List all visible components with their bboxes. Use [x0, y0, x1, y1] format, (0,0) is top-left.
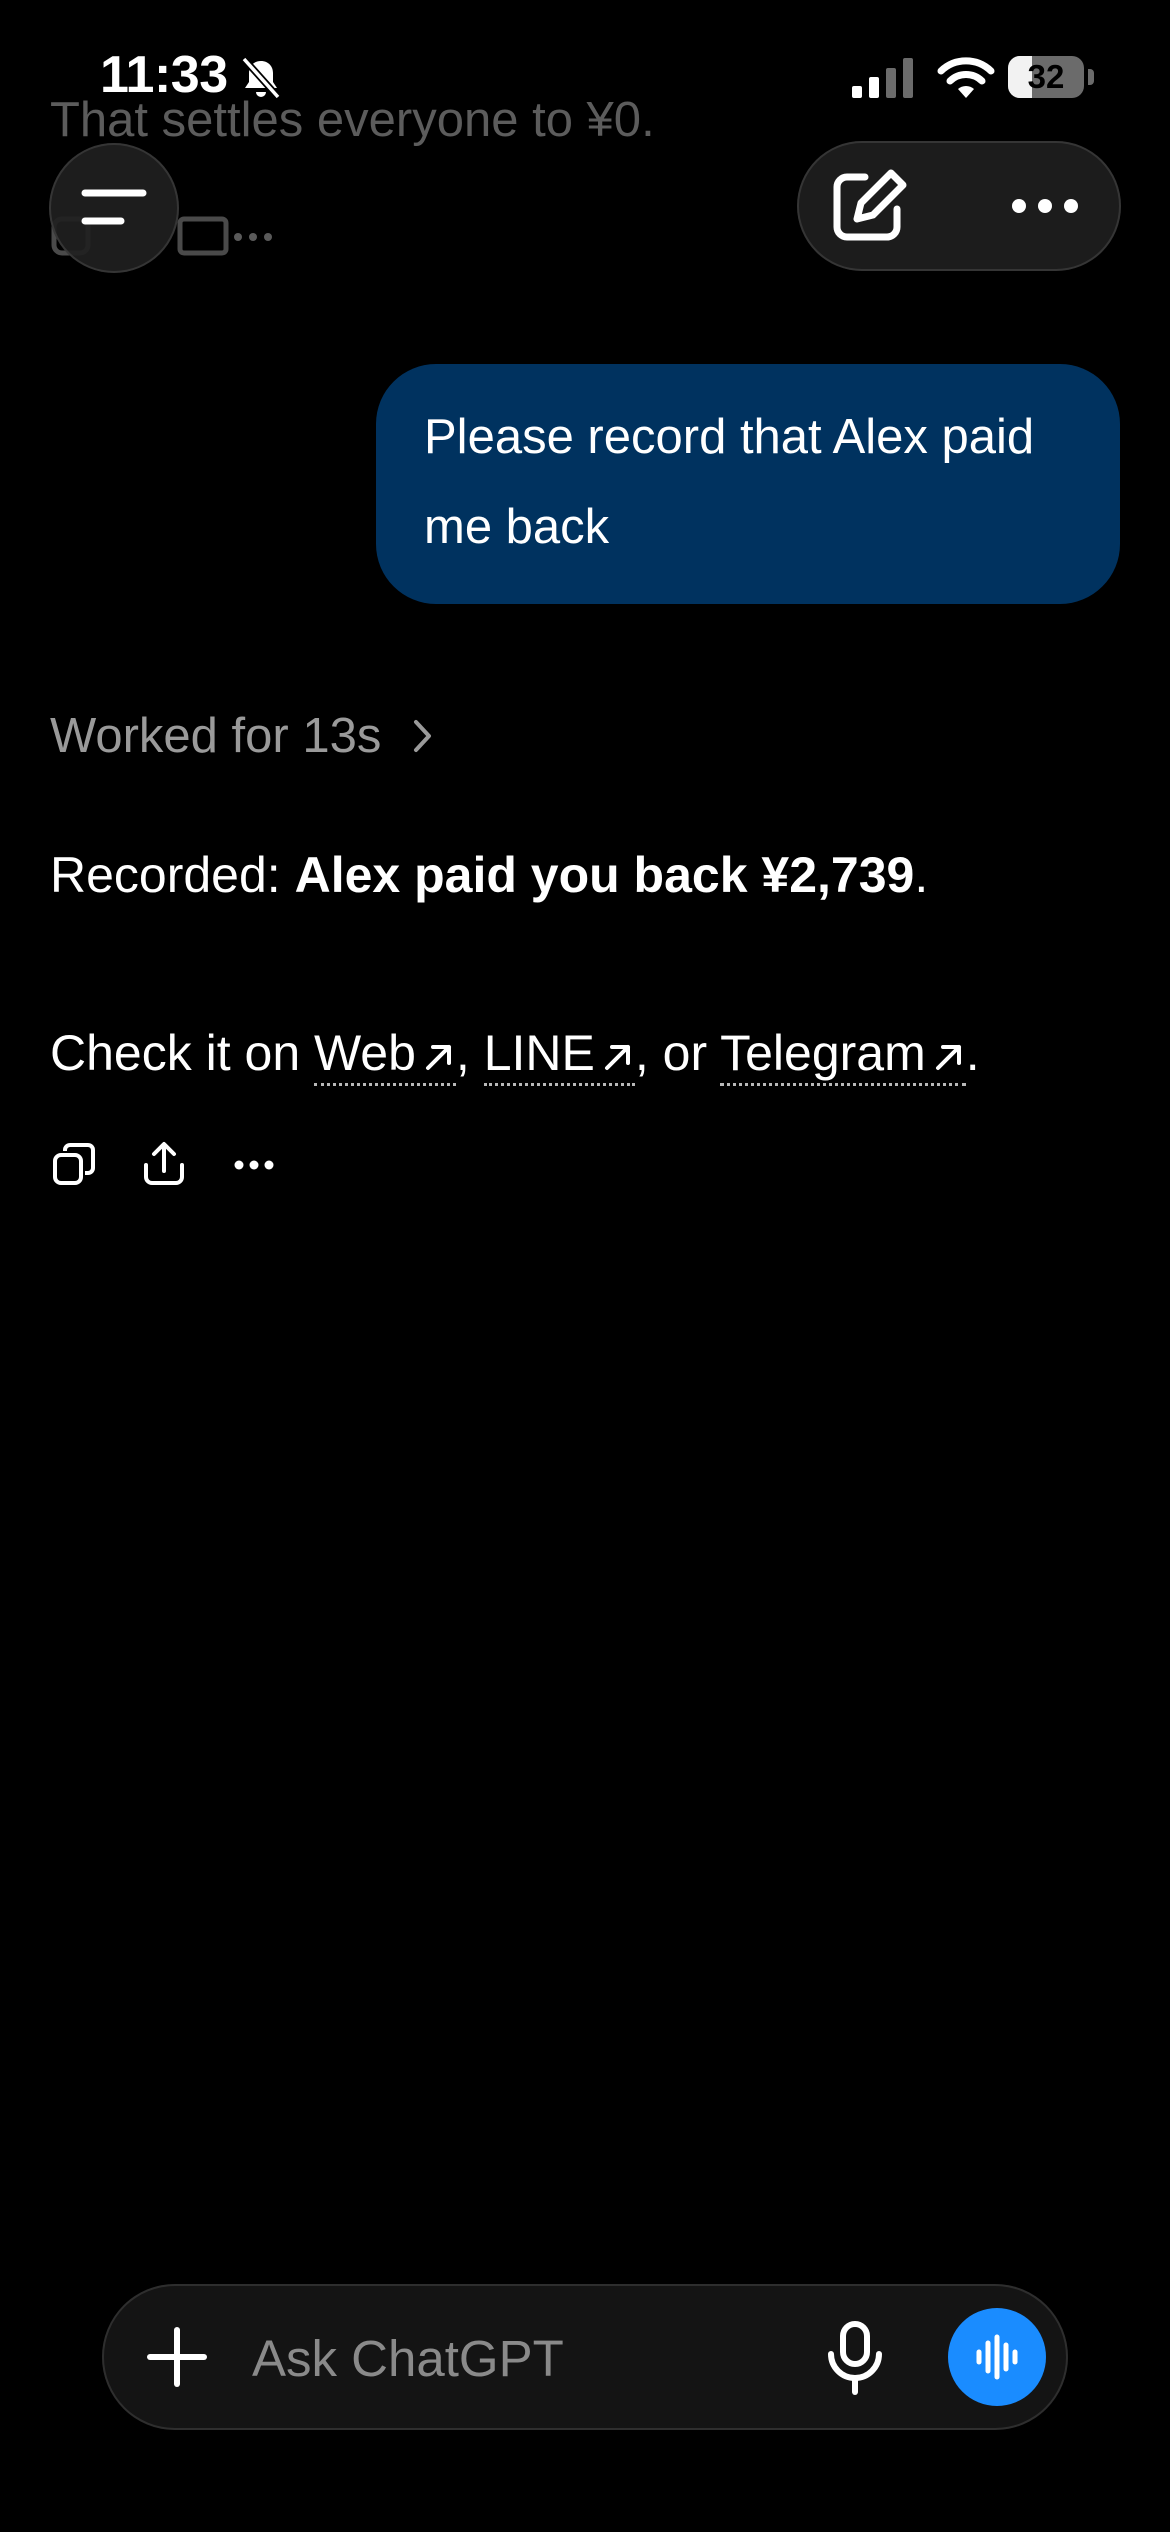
external-link-icon [604, 1045, 630, 1070]
assistant-actions [50, 1140, 320, 1188]
microphone-icon [828, 2321, 882, 2395]
worked-for-toggle[interactable]: Worked for 13s [50, 708, 435, 764]
new-chat-button[interactable] [825, 163, 915, 249]
more-actions-button[interactable] [230, 1140, 278, 1188]
message-input[interactable] [250, 2314, 854, 2402]
menu-button[interactable] [49, 143, 179, 273]
external-link-icon [425, 1045, 451, 1070]
web-link[interactable]: Web [314, 1025, 456, 1086]
user-message-line-2: me back [424, 500, 610, 554]
web-link-label: Web [314, 1025, 416, 1081]
assistant-recorded-text: Recorded: Alex paid you back ¥2,739. [50, 846, 928, 904]
copy-button[interactable] [50, 1140, 98, 1188]
share-icon [144, 1142, 184, 1185]
copy-icon [53, 1143, 95, 1185]
voice-mode-icon [976, 2334, 1018, 2380]
battery-level: 32 [1027, 58, 1065, 95]
user-message-bubble: Please record that Alex paid me back [376, 364, 1120, 604]
separator-1: , [455, 1025, 484, 1081]
line-link-label: LINE [483, 1025, 595, 1081]
battery-indicator: 32 [1008, 56, 1084, 98]
separator-2: , or [634, 1025, 721, 1081]
user-message-line-1: Please record that Alex paid [424, 410, 1035, 464]
ellipsis-icon [234, 1160, 274, 1170]
dictate-button[interactable] [820, 2318, 890, 2398]
telegram-link-label: Telegram [720, 1025, 926, 1081]
check-prefix: Check it on [50, 1025, 315, 1081]
voice-mode-button[interactable] [948, 2308, 1046, 2406]
compose-icon [833, 169, 907, 241]
recorded-bold: Alex paid you back ¥2,739 [294, 847, 915, 903]
composer-bar [102, 2284, 1068, 2430]
external-link-icon [935, 1045, 961, 1070]
recorded-suffix: . [914, 847, 929, 903]
header-actions [797, 141, 1121, 271]
wifi-icon [936, 54, 996, 100]
battery-tip [1088, 69, 1094, 85]
check-suffix: . [965, 1025, 980, 1081]
cellular-signal-icon [852, 58, 916, 98]
bell-slash-icon [238, 55, 284, 101]
menu-icon [81, 189, 147, 225]
recorded-prefix: Recorded: [50, 847, 295, 903]
more-options-button[interactable] [995, 163, 1095, 249]
share-button[interactable] [140, 1140, 188, 1188]
status-time: 11:33 [100, 46, 228, 104]
chevron-right-icon [414, 720, 432, 752]
ellipsis-icon [1012, 199, 1078, 213]
attach-button[interactable] [142, 2322, 212, 2392]
line-link[interactable]: LINE [483, 1025, 635, 1086]
assistant-check-links: Check it on Web, LINE , or Telegram. [50, 1024, 980, 1086]
plus-icon [147, 2327, 207, 2387]
worked-for-label: Worked for 13s [50, 709, 382, 763]
telegram-link[interactable]: Telegram [720, 1025, 966, 1086]
